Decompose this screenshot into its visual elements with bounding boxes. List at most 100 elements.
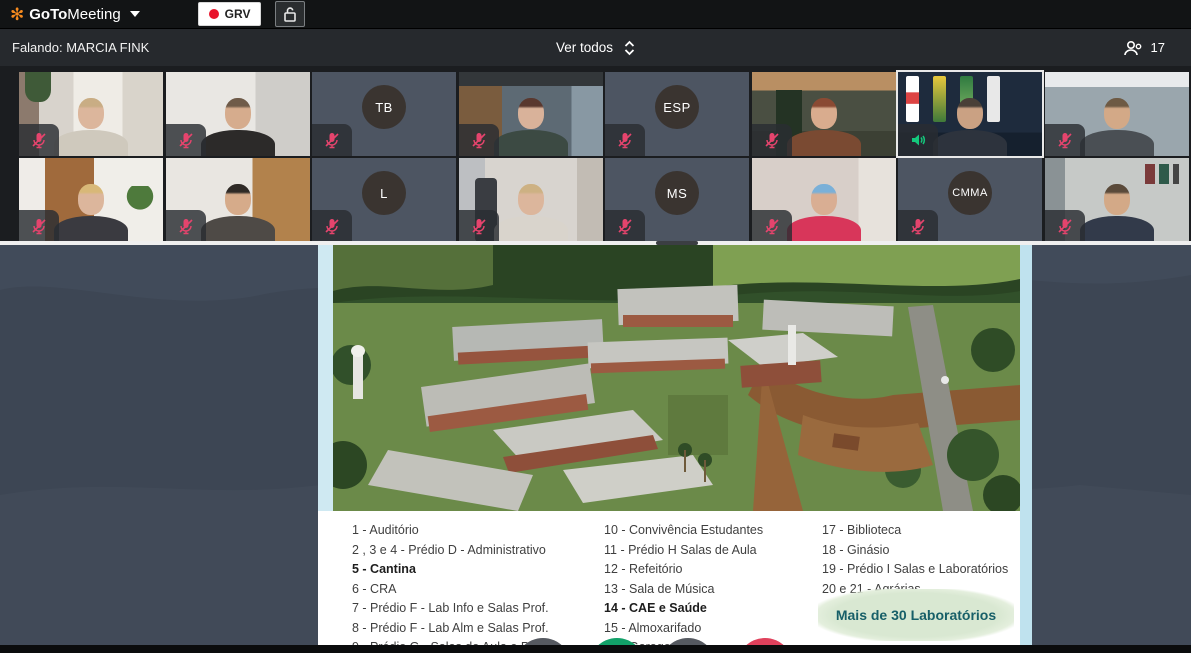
mic-muted-icon: [470, 131, 488, 149]
participant-tile[interactable]: [752, 72, 896, 156]
avatar: MS: [655, 171, 699, 215]
participant-video-person: [1075, 98, 1159, 156]
mute-badge: [166, 124, 206, 156]
participant-video-person: [196, 98, 280, 156]
participant-tile[interactable]: [459, 72, 603, 156]
participant-initials: ESP: [663, 100, 691, 115]
mic-muted-icon: [177, 217, 195, 235]
slide-legend: 1 - Auditório 2 , 3 e 4 - Prédio D - Adm…: [318, 511, 1032, 645]
gotomeeting-window: ✻ GoToMeeting GRV Falando: MARCIA FINK V…: [0, 0, 1191, 653]
mic-muted-icon: [323, 217, 341, 235]
legend-item: 17 - Biblioteca: [822, 521, 1008, 541]
mute-badge: [752, 124, 792, 156]
mute-badge: [605, 210, 645, 242]
mic-muted-icon: [616, 217, 634, 235]
participants-counter[interactable]: 17: [1123, 39, 1165, 57]
participant-video-person: [928, 98, 1012, 156]
mute-badge: [898, 210, 938, 242]
legend-item: 14 - CAE e Saúde: [604, 599, 763, 619]
participant-video-person: [489, 98, 573, 156]
lock-meeting-button[interactable]: [275, 1, 305, 27]
participant-tile[interactable]: CMMA: [898, 158, 1042, 242]
mute-badge: [459, 124, 499, 156]
participant-initials: MS: [667, 186, 688, 201]
view-all-selector[interactable]: Ver todos: [556, 40, 635, 56]
campus-aerial-photo: [318, 245, 1032, 511]
legend-item: 15 - Almoxarifado: [604, 619, 763, 639]
aerial-photo-illustration: [333, 245, 1020, 511]
mute-badge: [605, 124, 645, 156]
participant-tile[interactable]: [1045, 72, 1189, 156]
legend-item: 1 - Auditório: [352, 521, 549, 541]
mute-badge: [752, 210, 792, 242]
mute-badge: [166, 210, 206, 242]
legend-item: 11 - Prédio H Salas de Aula: [604, 541, 763, 561]
speaker-bar: Falando: MARCIA FINK Ver todos 17: [0, 28, 1191, 66]
legend-item: 10 - Convivência Estudantes: [604, 521, 763, 541]
participant-tile[interactable]: L: [312, 158, 456, 242]
shared-screen-stage: 1 - Auditório 2 , 3 e 4 - Prédio D - Adm…: [0, 245, 1191, 645]
participant-tile[interactable]: [166, 158, 310, 242]
participant-video-person: [489, 184, 573, 242]
recording-dot-icon: [209, 9, 219, 19]
participant-initials: CMMA: [952, 187, 988, 199]
participant-tile[interactable]: [459, 158, 603, 242]
participant-initials: TB: [375, 100, 393, 115]
mute-badge: [312, 210, 352, 242]
participant-tile[interactable]: MS: [605, 158, 749, 242]
avatar: ESP: [655, 85, 699, 129]
participant-tile[interactable]: [1045, 158, 1189, 242]
participant-tile[interactable]: [752, 158, 896, 242]
legend-item: 12 - Refeitório: [604, 560, 763, 580]
legend-item: 19 - Prédio I Salas e Laboratórios: [822, 560, 1008, 580]
video-thumbnail-strip: TB ESP: [0, 66, 1191, 241]
gotomeeting-menu[interactable]: ✻ GoToMeeting: [10, 6, 140, 23]
mic-muted-icon: [763, 217, 781, 235]
mic-muted-icon: [616, 131, 634, 149]
legend-item: 8 - Prédio F - Lab Alm e Salas Prof.: [352, 619, 549, 639]
mic-muted-icon: [177, 131, 195, 149]
mic-muted-icon: [470, 217, 488, 235]
gotomeeting-logo-icon: ✻: [10, 6, 24, 23]
participant-video-person: [49, 184, 133, 242]
participant-video-person: [782, 98, 866, 156]
mic-muted-icon: [30, 131, 48, 149]
participant-initials: L: [380, 186, 388, 201]
participant-tile[interactable]: [166, 72, 310, 156]
participant-tile[interactable]: ESP: [605, 72, 749, 156]
participant-tile-active-speaker[interactable]: [898, 72, 1042, 156]
legend-item: 13 - Sala de Música: [604, 580, 763, 600]
legend-column-1: 1 - Auditório 2 , 3 e 4 - Prédio D - Adm…: [352, 521, 549, 645]
participant-tile[interactable]: [19, 158, 163, 242]
mute-badge: [312, 124, 352, 156]
recording-button[interactable]: GRV: [198, 2, 262, 26]
mic-muted-icon: [1056, 217, 1074, 235]
mute-badge: [459, 210, 499, 242]
legend-item: 6 - CRA: [352, 580, 549, 600]
mute-badge: [19, 210, 59, 242]
speaking-now-label: Falando: MARCIA FINK: [12, 40, 149, 55]
mic-muted-icon: [1056, 131, 1074, 149]
top-bar: ✻ GoToMeeting GRV: [0, 0, 1191, 28]
mic-muted-icon: [30, 217, 48, 235]
presentation-slide: 1 - Auditório 2 , 3 e 4 - Prédio D - Adm…: [318, 245, 1032, 645]
chevron-down-icon: [130, 11, 140, 17]
speaker-on-icon: [909, 131, 927, 149]
legend-column-2: 10 - Convivência Estudantes 11 - Prédio …: [604, 521, 763, 645]
speaking-badge: [898, 124, 938, 156]
participant-tile[interactable]: [19, 72, 163, 156]
participant-count: 17: [1151, 40, 1165, 55]
mic-muted-icon: [909, 217, 927, 235]
mute-badge: [19, 124, 59, 156]
participant-video-person: [49, 98, 133, 156]
bottom-toolbar: [0, 645, 1191, 653]
legend-column-3: 17 - Biblioteca 18 - Ginásio 19 - Prédio…: [822, 521, 1008, 599]
legend-item: 2 , 3 e 4 - Prédio D - Administrativo: [352, 541, 549, 561]
avatar: TB: [362, 85, 406, 129]
mic-muted-icon: [323, 131, 341, 149]
mute-badge: [1045, 124, 1085, 156]
participant-tile[interactable]: TB: [312, 72, 456, 156]
participant-video-person: [782, 184, 866, 242]
participant-video-person: [1075, 184, 1159, 242]
unlock-icon: [283, 7, 297, 22]
